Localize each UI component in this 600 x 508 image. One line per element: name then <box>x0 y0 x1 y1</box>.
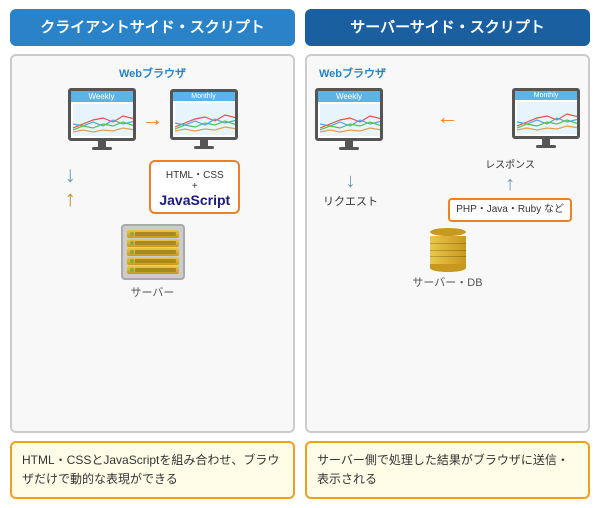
client-server-label: サーバー <box>131 284 175 300</box>
client-browser-label: Webブラウザ <box>119 68 186 80</box>
server-unit-4 <box>127 257 179 265</box>
client-panel-content: Webブラウザ Weekly <box>10 54 295 433</box>
server-dot-4 <box>130 259 134 263</box>
client-browsers-row: Weekly <box>20 88 285 150</box>
server-monthly-chart <box>517 102 579 134</box>
server-dot-5 <box>130 268 134 272</box>
client-monthly-monitor: Monthly <box>170 89 238 149</box>
db-body <box>430 236 466 264</box>
client-description: HTML・CSSとJavaScriptを組み合わせ、ブラウザだけで動的な表現がで… <box>10 441 295 499</box>
client-monthly-chart <box>175 103 237 135</box>
server-panel-content: Webブラウザ Weekly <box>305 54 590 433</box>
db-top <box>430 228 466 236</box>
client-server-box: サーバー <box>20 224 285 300</box>
server-dot-2 <box>130 241 134 245</box>
client-server-units <box>127 230 179 274</box>
html-css-js-box: HTML・CSS + JavaScript <box>149 160 240 214</box>
db-line-2 <box>430 250 466 251</box>
server-description: サーバー側で処理した結果がブラウザに送信・表示される <box>305 441 590 499</box>
db-graphic <box>430 228 466 272</box>
client-server-graphic <box>121 224 185 280</box>
server-response-arrow: ← <box>437 104 459 130</box>
client-monthly-monitor-stand <box>194 146 214 149</box>
server-dot-1 <box>130 232 134 236</box>
client-weekly-chart <box>73 104 135 136</box>
browser-to-browser-arrow: → <box>142 106 164 132</box>
server-browser-label: Webブラウザ <box>319 68 386 80</box>
javascript-label: JavaScript <box>159 192 230 208</box>
client-weekly-monitor: Weekly <box>68 88 136 150</box>
db-line-1 <box>430 243 466 244</box>
main-container: クライアントサイド・スクリプト Webブラウザ Weekly <box>10 9 590 499</box>
plus-label: + <box>159 181 230 192</box>
server-up-arrow: ↑ <box>505 173 515 196</box>
server-dot-3 <box>130 250 134 254</box>
server-request-arrow: ↓ <box>346 170 356 193</box>
client-panel-header: クライアントサイド・スクリプト <box>10 9 295 46</box>
server-db-label: サーバー・DB <box>412 274 482 290</box>
server-weekly-monitor: Weekly <box>315 88 383 150</box>
server-unit-5 <box>127 266 179 274</box>
server-monthly-monitor: Monthly <box>512 88 580 148</box>
server-panel-header: サーバーサイド・スクリプト <box>305 9 590 46</box>
server-weekly-chart <box>320 104 382 136</box>
server-unit-3 <box>127 248 179 256</box>
client-up-arrow: ↑ <box>65 188 76 210</box>
server-panel: サーバーサイド・スクリプト Webブラウザ Weekly <box>305 9 590 499</box>
php-box: PHP・Java・Ruby など <box>448 198 572 222</box>
server-db-section: サーバー・DB <box>315 228 580 290</box>
db-bottom <box>430 264 466 272</box>
db-line-3 <box>430 256 466 257</box>
response-label: レスポンス <box>485 156 535 171</box>
client-weekly-monitor-stand <box>92 147 112 150</box>
server-unit-1 <box>127 230 179 238</box>
server-unit-2 <box>127 239 179 247</box>
client-monthly-label: Monthly <box>173 92 235 101</box>
html-css-label: HTML・CSS <box>159 166 230 181</box>
server-weekly-monitor-stand <box>339 147 359 150</box>
request-label: リクエスト <box>323 193 378 209</box>
client-panel: クライアントサイド・スクリプト Webブラウザ Weekly <box>10 9 295 499</box>
client-down-arrow: ↓ <box>65 164 76 186</box>
server-monthly-label: Monthly <box>515 91 577 100</box>
server-monthly-monitor-stand <box>536 145 556 148</box>
server-weekly-label: Weekly <box>318 91 380 102</box>
client-weekly-label: Weekly <box>71 91 133 102</box>
